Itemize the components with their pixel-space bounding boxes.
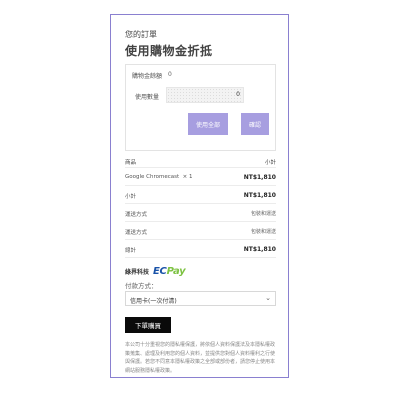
total-label: 總計 [125, 248, 137, 254]
coupon-balance-label: 購物金餘額 [132, 73, 163, 80]
table-row-total: 總計 NT$1,810 [125, 240, 276, 258]
coupon-box: 購物金餘額 0 使用數量 0 使用全部 確認 [125, 64, 276, 151]
payment-provider-row: 綠界科技 ECPay [125, 265, 186, 277]
item-price: NT$1,810 [243, 174, 276, 181]
payment-provider-label: 綠界科技 [125, 268, 150, 276]
order-title: 您的訂單 [125, 30, 157, 39]
ecpay-logo: ECPay [153, 265, 186, 277]
item-quantity: × 1 [182, 174, 193, 180]
payment-method-value: 信用卡(一次付清) [130, 297, 177, 305]
place-order-button[interactable]: 下單購買 [125, 317, 171, 333]
table-header: 商品 小計 [125, 155, 276, 168]
chevron-down-icon: ⌄ [265, 294, 271, 302]
payment-method-label: 付款方式： [125, 282, 158, 290]
total-value: NT$1,810 [243, 246, 276, 253]
payment-method-select[interactable]: 信用卡(一次付清) ⌄ [125, 291, 276, 306]
coupon-quantity-value: 0 [236, 91, 240, 98]
table-row-shipping: 運送方式 包裝和運送 [125, 204, 276, 222]
use-all-button[interactable]: 使用全部 [188, 113, 228, 135]
item-name: Google Chromecast × 1 [125, 174, 193, 180]
confirm-button[interactable]: 確認 [241, 113, 269, 135]
coupon-quantity-label: 使用數量 [135, 94, 160, 101]
header-subtotal: 小計 [264, 160, 276, 166]
order-summary-table: 商品 小計 Google Chromecast × 1 NT$1,810 小計 … [125, 155, 276, 258]
checkout-panel: 您的訂單 使用購物金折抵 購物金餘額 0 使用數量 0 使用全部 確認 商品 小… [110, 14, 289, 378]
table-row-item: Google Chromecast × 1 NT$1,810 [125, 168, 276, 186]
subtotal-value: NT$1,810 [243, 192, 276, 199]
coupon-section-title: 使用購物金折抵 [125, 44, 213, 58]
privacy-notice: 本公司十分重視您的隱私權保護，將依個人資料保護法及本隱私權政策蒐集、處理及利用您… [125, 342, 276, 374]
table-row-shipping-2: 運送方式 包裝和運送 [125, 222, 276, 240]
table-row-subtotal: 小計 NT$1,810 [125, 186, 276, 204]
coupon-quantity-input[interactable]: 0 [166, 87, 244, 103]
header-product: 商品 [125, 160, 137, 166]
shipping-label-2: 運送方式 [125, 230, 148, 236]
shipping-value-2: 包裝和運送 [250, 229, 276, 235]
shipping-label: 運送方式 [125, 212, 148, 218]
subtotal-label: 小計 [125, 194, 137, 200]
coupon-balance-value: 0 [168, 71, 172, 78]
shipping-value: 包裝和運送 [250, 211, 276, 217]
